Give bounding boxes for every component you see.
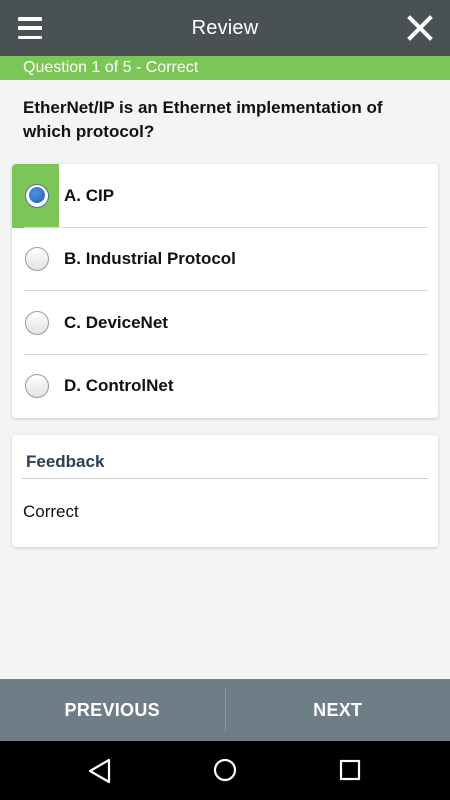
feedback-title: Feedback [26,452,105,471]
option-label: B. Industrial Protocol [64,249,236,269]
previous-button[interactable]: PREVIOUS [0,679,225,741]
option-c[interactable]: C. DeviceNet [12,291,438,355]
feedback-card: Feedback Correct [12,435,438,547]
option-label: C. DeviceNet [64,312,168,332]
next-button[interactable]: NEXT [226,679,450,741]
option-label: A. CIP [64,185,115,205]
answer-options-card: A. CIP B. Industrial Protocol C. DeviceN… [12,164,438,418]
radio-button[interactable] [25,310,49,335]
option-label: D. ControlNet [64,376,174,396]
radio-button-checked[interactable] [25,183,49,208]
radio-button[interactable] [25,374,49,399]
back-triangle-icon[interactable] [88,758,112,789]
hamburger-menu-icon[interactable] [18,17,42,39]
question-status-banner: Question 1 of 5 - Correct [0,56,450,80]
option-b[interactable]: B. Industrial Protocol [12,228,438,291]
system-navigation-bar [0,741,450,800]
divider [22,478,428,479]
app-bar: Review [0,0,450,56]
option-a[interactable]: A. CIP [12,164,438,228]
close-icon[interactable] [406,14,434,42]
question-text: EtherNet/IP is an Ethernet implementatio… [23,98,383,141]
option-d[interactable]: D. ControlNet [12,355,438,419]
feedback-text: Correct [23,502,79,521]
home-circle-icon[interactable] [213,758,237,787]
recents-square-icon[interactable] [339,759,361,786]
radio-button[interactable] [25,247,49,272]
question-navigation-bar: PREVIOUS NEXT [0,679,450,741]
page-title: Review [191,16,259,39]
